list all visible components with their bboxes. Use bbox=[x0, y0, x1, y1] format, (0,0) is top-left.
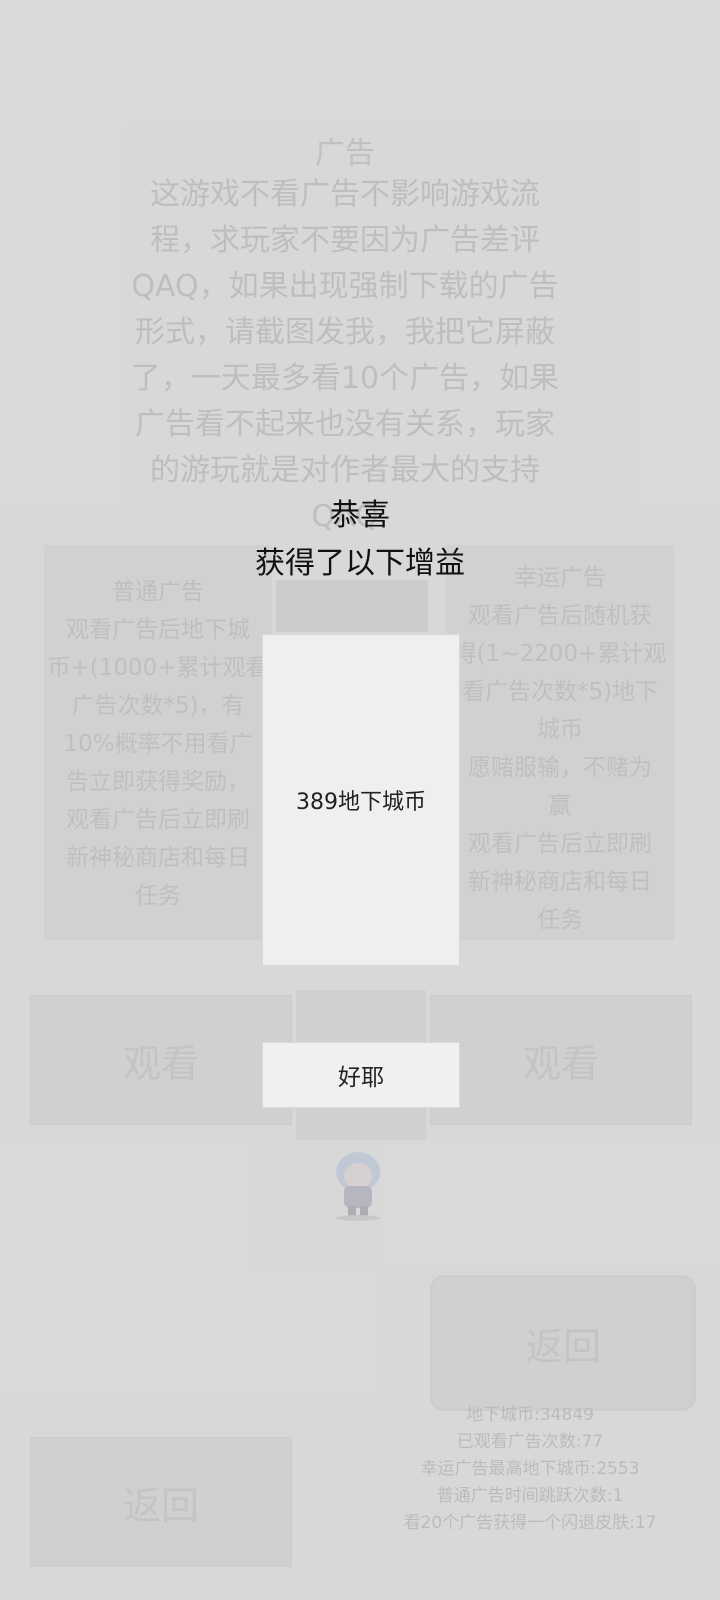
reward-card: 389地下城币 bbox=[262, 634, 460, 966]
confirm-button[interactable]: 好耶 bbox=[262, 1042, 460, 1108]
reward-text: 389地下城币 bbox=[296, 790, 426, 815]
dialog-title-congrats: 恭喜 bbox=[330, 498, 390, 533]
game-screen: 广告 这游戏不看广告不影响游戏流 程，求玩家不要因为广告差评 QAQ，如果出现强… bbox=[0, 0, 720, 1600]
dialog-title-buff: 获得了以下增益 bbox=[255, 546, 465, 581]
